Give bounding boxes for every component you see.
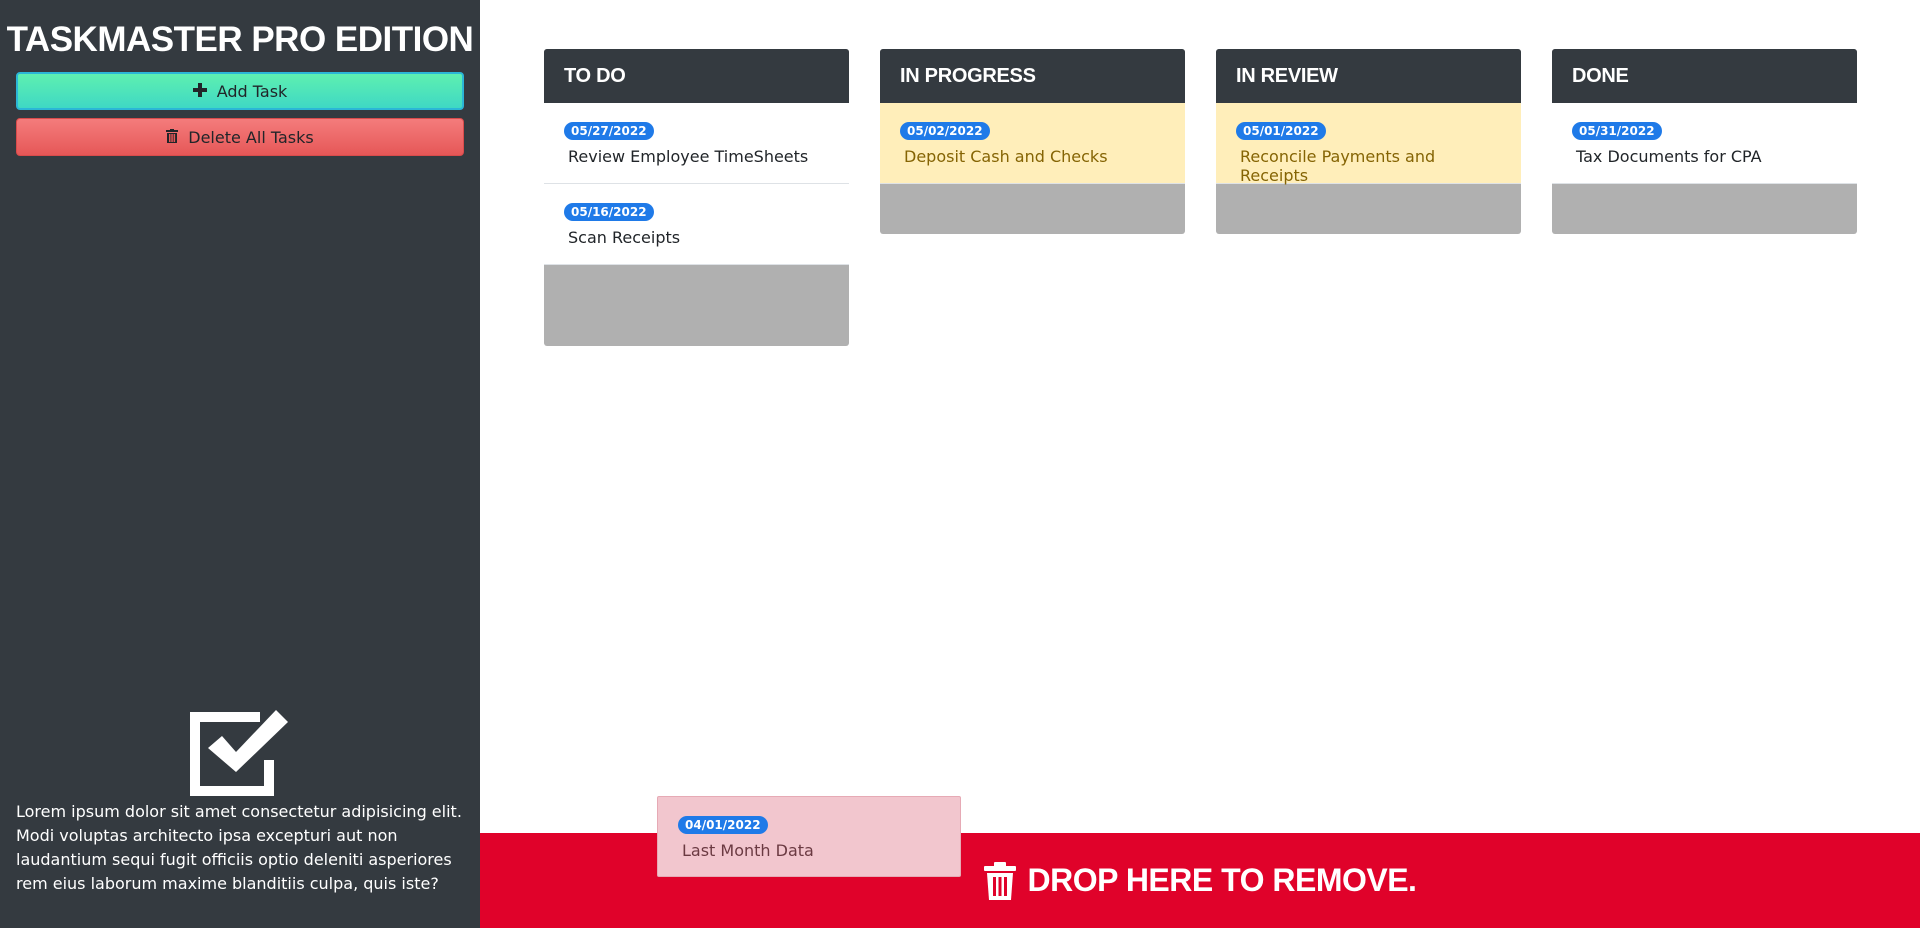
column-drop-area[interactable] (880, 184, 1185, 234)
app-title: TASKMASTER PRO EDITION (6, 20, 474, 59)
task-text: Scan Receipts (568, 228, 681, 247)
column-done[interactable]: DONE 05/31/2022 Tax Documents for CPA (1552, 49, 1857, 234)
task-card[interactable]: 05/31/2022 Tax Documents for CPA (1552, 103, 1857, 184)
plus-icon (192, 82, 207, 101)
sidebar-description: Lorem ipsum dolor sit amet consectetur a… (16, 802, 462, 893)
column-drop-area[interactable] (1552, 184, 1857, 234)
task-text: Review Employee TimeSheets (568, 147, 809, 166)
column-title: IN PROGRESS (880, 49, 1185, 103)
due-date-badge: 05/31/2022 (1572, 122, 1662, 140)
task-card[interactable]: 05/02/2022 Deposit Cash and Checks (880, 103, 1185, 184)
checkbox-logo-icon (190, 708, 290, 796)
task-text: Reconcile Payments and Receipts (1240, 147, 1436, 185)
column-in-progress[interactable]: IN PROGRESS 05/02/2022 Deposit Cash and … (880, 49, 1185, 234)
column-drop-area[interactable] (1216, 184, 1521, 234)
sidebar: TASKMASTER PRO EDITION Add Task Delete A… (0, 0, 480, 928)
trash-icon (166, 128, 179, 147)
due-date-badge: 05/27/2022 (564, 122, 654, 140)
task-board: TO DO 05/27/2022 Review Employee TimeShe… (480, 0, 1920, 928)
task-card[interactable]: 05/01/2022 Reconcile Payments and Receip… (1216, 103, 1521, 185)
trash-icon (983, 861, 1016, 900)
add-task-button[interactable]: Add Task (16, 72, 464, 110)
task-text: Deposit Cash and Checks (904, 147, 1108, 166)
task-card[interactable]: 05/16/2022 Scan Receipts (544, 184, 849, 265)
dragging-task-card[interactable]: 04/01/2022 Last Month Data (657, 796, 961, 877)
task-text: Tax Documents for CPA (1576, 147, 1762, 166)
column-title: IN REVIEW (1216, 49, 1521, 103)
delete-all-button[interactable]: Delete All Tasks (16, 118, 464, 156)
delete-all-label: Delete All Tasks (188, 127, 314, 147)
remove-zone-label: DROP HERE TO REMOVE. (1027, 862, 1417, 898)
due-date-badge: 05/16/2022 (564, 203, 654, 221)
task-text: Last Month Data (682, 841, 814, 860)
column-title: TO DO (544, 49, 849, 103)
task-card[interactable]: 05/27/2022 Review Employee TimeSheets (544, 103, 849, 184)
column-title: DONE (1552, 49, 1857, 103)
column-todo[interactable]: TO DO 05/27/2022 Review Employee TimeShe… (544, 49, 849, 346)
column-drop-area[interactable] (544, 265, 849, 346)
column-in-review[interactable]: IN REVIEW 05/01/2022 Reconcile Payments … (1216, 49, 1521, 234)
add-task-label: Add Task (216, 81, 288, 101)
due-date-badge: 05/02/2022 (900, 122, 990, 140)
due-date-badge: 04/01/2022 (678, 816, 768, 834)
due-date-badge: 05/01/2022 (1236, 122, 1326, 140)
